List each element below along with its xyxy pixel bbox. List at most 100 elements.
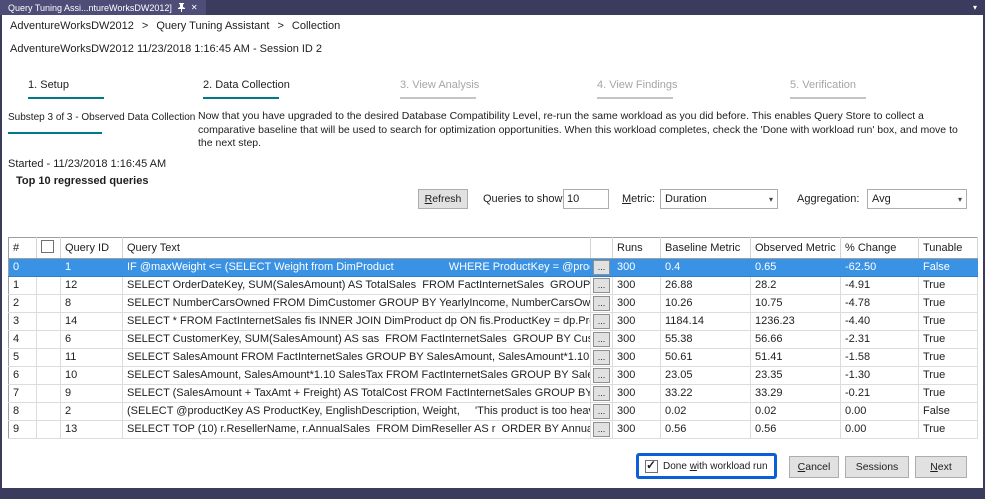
row-options-button[interactable]: ... [593,296,610,311]
aggregation-select[interactable]: Avg ▾ [867,189,967,209]
table-header-row: # Query IDQuery Text RunsBaseline MetricOb… [9,238,978,259]
breadcrumb-query-tuning-assistant[interactable]: Query Tuning Assistant [156,20,269,32]
row-options-button[interactable]: ... [593,368,610,383]
baseline-metric: 0.4 [661,259,751,277]
column-header[interactable]: Runs [613,238,661,259]
table-row[interactable]: 314SELECT * FROM FactInternetSales fis I… [9,313,978,331]
query-tuning-assistant-window: Query Tuning Assi...ntureWorksDW2012] ✕ … [0,0,985,499]
row-index: 2 [9,295,37,313]
breadcrumb-separator: > [277,20,283,32]
table-row[interactable]: 79SELECT (SalesAmount + TaxAmt + Freight… [9,385,978,403]
column-header[interactable]: Observed Metric [751,238,841,259]
query-text: SELECT SalesAmount, SalesAmount*1.10 Sal… [123,367,591,385]
step-verification: 5. Verification [790,79,970,99]
substep-description: Now that you have upgraded to the desire… [198,110,966,151]
tab-query-tuning-assistant[interactable]: Query Tuning Assi...ntureWorksDW2012] ✕ [0,0,206,15]
step-label: 3. View Analysis [400,79,479,91]
column-header[interactable]: Tunable [919,238,978,259]
queries-to-show-input[interactable] [563,189,609,209]
row-options-cell: ... [591,421,613,439]
row-options-cell: ... [591,259,613,277]
close-icon[interactable]: ✕ [191,4,198,12]
column-header[interactable]: # [9,238,37,259]
breadcrumb-collection[interactable]: Collection [292,20,340,32]
table-row[interactable]: 112SELECT OrderDateKey, SUM(SalesAmount)… [9,277,978,295]
baseline-metric: 23.05 [661,367,751,385]
row-options-button[interactable]: ... [593,260,610,275]
refresh-button[interactable]: Refresh [418,189,468,209]
row-index: 0 [9,259,37,277]
query-id: 12 [61,277,123,295]
observed-metric: 10.75 [751,295,841,313]
baseline-metric: 10.26 [661,295,751,313]
step-label: 4. View Findings [597,79,678,91]
checkmark-icon: ✓ [646,458,656,472]
query-text: (SELECT @productKey AS ProductKey, Engli… [123,403,591,421]
row-index: 6 [9,367,37,385]
done-with-workload-label[interactable]: Done with workload run [663,461,768,472]
observed-metric: 33.29 [751,385,841,403]
runs: 300 [613,349,661,367]
done-with-workload-checkbox[interactable]: ✓ [645,460,658,473]
sessions-button[interactable]: Sessions [845,456,909,478]
query-id: 13 [61,421,123,439]
query-id: 1 [61,259,123,277]
query-id: 14 [61,313,123,331]
row-select-cell [37,421,61,439]
runs: 300 [613,331,661,349]
query-id: 11 [61,349,123,367]
row-options-cell: ... [591,349,613,367]
next-button[interactable]: Next [915,456,967,478]
row-options-button[interactable]: ... [593,422,610,437]
table-row[interactable]: 82(SELECT @productKey AS ProductKey, Eng… [9,403,978,421]
step-progress-bar [203,97,279,99]
breadcrumb-database[interactable]: AdventureWorksDW2012 [10,20,134,32]
baseline-metric: 55.38 [661,331,751,349]
baseline-metric: 33.22 [661,385,751,403]
runs: 300 [613,367,661,385]
table-row[interactable]: 01IF @maxWeight <= (SELECT Weight from D… [9,259,978,277]
runs: 300 [613,403,661,421]
row-options-button[interactable]: ... [593,278,610,293]
row-options-button[interactable]: ... [593,332,610,347]
metric-select[interactable]: Duration ▾ [660,189,778,209]
row-select-cell [37,277,61,295]
substep-title: Substep 3 of 3 - Observed Data Collectio… [8,112,195,123]
percent-change: -62.50 [841,259,919,277]
table-row[interactable]: 28SELECT NumberCarsOwned FROM DimCustome… [9,295,978,313]
row-options-button[interactable]: ... [593,350,610,365]
table-row[interactable]: 46SELECT CustomerKey, SUM(SalesAmount) A… [9,331,978,349]
table-row[interactable]: 610SELECT SalesAmount, SalesAmount*1.10 … [9,367,978,385]
observed-metric: 1236.23 [751,313,841,331]
tab-list-dropdown-icon[interactable]: ▾ [973,0,985,15]
column-header[interactable]: Query Text [123,238,591,259]
row-options-button[interactable]: ... [593,386,610,401]
row-options-cell: ... [591,385,613,403]
query-id: 8 [61,295,123,313]
select-all-checkbox[interactable] [41,240,54,253]
row-options-button[interactable]: ... [593,314,610,329]
row-options-button[interactable]: ... [593,404,610,419]
pin-icon[interactable] [178,3,185,12]
column-header[interactable] [591,238,613,259]
row-select-cell [37,367,61,385]
percent-change: -4.91 [841,277,919,295]
table-row[interactable]: 913SELECT TOP (10) r.ResellerName, r.Ann… [9,421,978,439]
query-text: SELECT CustomerKey, SUM(SalesAmount) AS … [123,331,591,349]
column-header[interactable] [37,238,61,259]
step-label: 2. Data Collection [203,79,290,91]
aggregation-label: Aggregation: [797,193,859,205]
aggregation-selected-value: Avg [872,193,891,205]
chevron-down-icon: ▾ [769,195,773,204]
cancel-button[interactable]: Cancel [789,456,839,478]
column-header[interactable]: Baseline Metric [661,238,751,259]
column-header[interactable]: Query ID [61,238,123,259]
document-tab-strip: Query Tuning Assi...ntureWorksDW2012] ✕ … [0,0,985,15]
row-select-cell [37,403,61,421]
chevron-down-icon: ▾ [958,195,962,204]
column-header[interactable]: % Change [841,238,919,259]
table-row[interactable]: 511SELECT SalesAmount FROM FactInternetS… [9,349,978,367]
runs: 300 [613,277,661,295]
observed-metric: 0.56 [751,421,841,439]
percent-change: -4.78 [841,295,919,313]
